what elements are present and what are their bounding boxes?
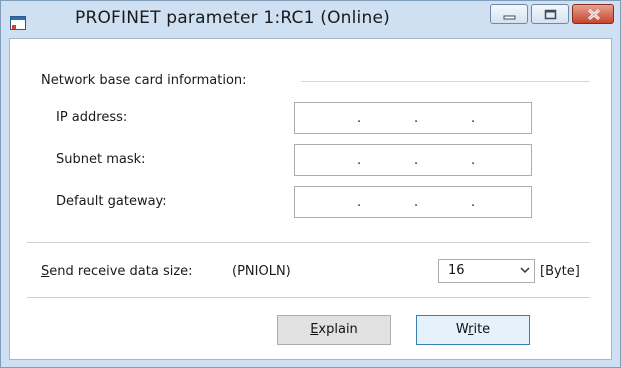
section-divider [27,242,590,243]
data-size-select[interactable]: 16 [438,259,535,283]
window-title: PROFINET parameter 1:RC1 (Online) [75,8,390,28]
ip-separator: . [357,153,362,168]
explain-label: xplain [318,322,358,337]
write-button[interactable]: Write [416,315,530,345]
ip-separator: . [471,195,476,210]
title-bar[interactable]: PROFINET parameter 1:RC1 (Online) [1,1,620,38]
buttons-divider [27,297,590,298]
minimize-button[interactable] [490,4,528,24]
ip-separator: . [357,111,362,126]
ip-address-label: IP address: [56,110,128,125]
ip-separator: . [471,111,476,126]
default-gateway-field[interactable]: . . . [294,186,532,218]
ip-separator: . [414,153,419,168]
dialog-window: PROFINET parameter 1:RC1 (Online) Networ… [0,0,621,368]
ip-separator: . [414,195,419,210]
data-size-unit: [Byte] [540,264,580,279]
ip-separator: . [471,153,476,168]
data-size-label: Send receive data size: [41,264,193,279]
data-size-value: 16 [448,263,465,278]
maximize-icon [544,9,557,20]
subnet-mask-field[interactable]: . . . [294,144,532,176]
ip-separator: . [357,195,362,210]
default-gateway-label: Default gateway: [56,194,167,209]
maximize-button[interactable] [531,4,569,24]
group-divider [301,81,590,82]
minimize-icon [503,15,516,20]
write-label-start: W [455,322,469,337]
close-icon [587,8,601,21]
explain-button[interactable]: Explain [277,315,391,345]
group-title: Network base card information: [41,73,247,88]
chevron-down-icon [520,267,530,274]
data-size-param: (PNIOLN) [232,264,291,279]
write-label-end: ite [473,322,491,337]
app-icon [10,16,26,30]
ip-address-field[interactable]: . . . [294,102,532,134]
dialog-client-area: Network base card information: IP addres… [9,38,612,360]
subnet-mask-label: Subnet mask: [56,152,146,167]
close-button[interactable] [572,4,614,24]
data-size-label-text: end receive data size: [49,264,193,279]
ip-separator: . [414,111,419,126]
